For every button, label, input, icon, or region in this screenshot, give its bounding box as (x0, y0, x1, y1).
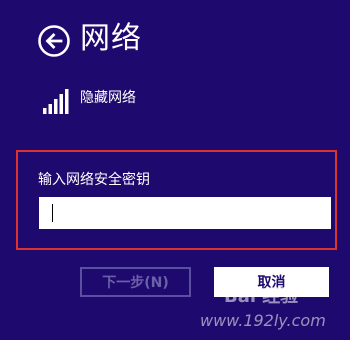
cancel-button[interactable]: 取消 (214, 267, 329, 297)
back-button[interactable] (37, 24, 71, 58)
page-title: 网络 (80, 21, 142, 56)
back-arrow-icon (38, 25, 70, 57)
security-key-label: 输入网络安全密钥 (38, 172, 150, 188)
wifi-signal-icon (43, 84, 71, 116)
security-key-panel: 输入网络安全密钥 (16, 150, 337, 250)
watermark-url: www.192ly.com (200, 311, 326, 330)
network-name: 隐藏网络 (80, 90, 136, 106)
security-key-input[interactable] (39, 197, 331, 229)
next-button[interactable]: 下一步(N) (80, 267, 191, 297)
network-list-item[interactable]: 隐藏网络 (43, 84, 243, 118)
